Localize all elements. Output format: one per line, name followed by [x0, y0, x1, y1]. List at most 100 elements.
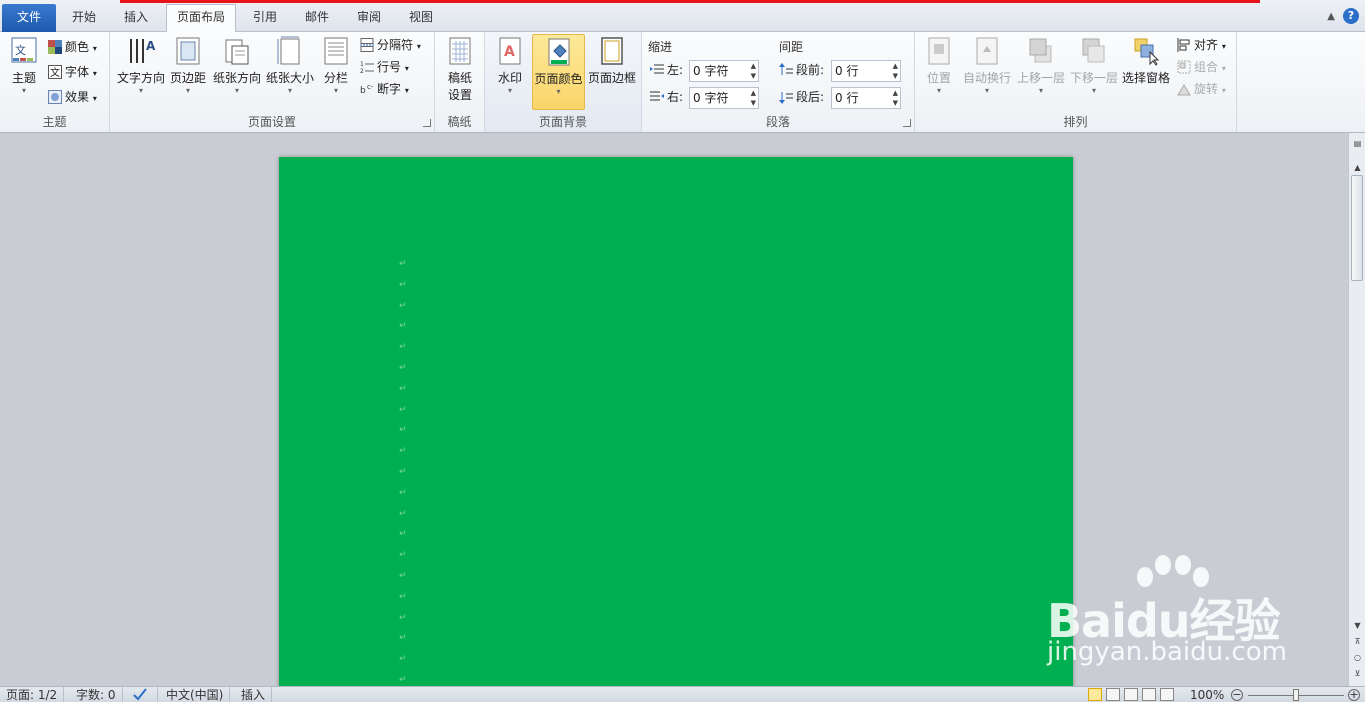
selection-pane-button[interactable]: 选择窗格: [1121, 36, 1171, 86]
hyphenation-label: 断字: [377, 82, 402, 96]
group-label-page-background: 页面背景: [538, 115, 587, 129]
group-label-page-setup: 页面设置: [247, 115, 296, 129]
position-button[interactable]: 位置 ▾: [921, 36, 957, 96]
indent-right-field[interactable]: 0 字符 ▲ ▼: [689, 87, 759, 109]
zoom-slider-thumb[interactable]: [1293, 689, 1299, 701]
align-button[interactable]: 对齐 ▾: [1177, 35, 1226, 55]
collapse-ribbon-icon[interactable]: ▲: [1327, 11, 1335, 22]
indent-title: 缩进: [648, 40, 673, 54]
tab-view[interactable]: 视图: [400, 5, 442, 32]
spacing-after-field[interactable]: 0 行 ▲ ▼: [831, 87, 901, 109]
manuscript-settings-button[interactable]: 稿纸 设置: [442, 36, 478, 103]
spacing-before-field[interactable]: 0 行 ▲ ▼: [831, 60, 901, 82]
next-page-icon[interactable]: ⊻: [1350, 667, 1365, 681]
browse-object-icon[interactable]: ○: [1350, 651, 1365, 665]
indent-left-field[interactable]: 0 字符 ▲ ▼: [689, 60, 759, 82]
hyphenation-button[interactable]: b c- 断字 ▾: [360, 79, 409, 99]
web-layout-icon[interactable]: [1124, 688, 1138, 701]
manuscript-settings-label-2: 设置: [447, 88, 472, 102]
watermark-button[interactable]: A 水印 ▾: [493, 36, 527, 96]
tab-insert[interactable]: 插入: [114, 5, 158, 32]
ruler-toggle-icon[interactable]: ▤: [1350, 137, 1365, 151]
chevron-down-icon: ▾: [556, 87, 561, 96]
orientation-button[interactable]: 纸张方向 ▾: [211, 36, 263, 96]
spacing-before-label: 段前:: [779, 59, 824, 81]
margins-button[interactable]: 页边距 ▾: [168, 36, 208, 96]
send-backward-button[interactable]: 下移一层 ▾: [1068, 36, 1120, 96]
page-borders-button[interactable]: 页面边框: [585, 36, 639, 86]
wrap-text-button[interactable]: 自动换行 ▾: [961, 36, 1013, 96]
print-layout-view-icon[interactable]: [1088, 688, 1102, 701]
dialog-launcher-icon[interactable]: [903, 119, 911, 127]
paragraph-mark: ↵: [399, 342, 407, 353]
zoom-in-icon[interactable]: +: [1348, 689, 1360, 701]
theme-fonts-label: 字体: [65, 65, 90, 79]
document-page[interactable]: ↵ ↵ ↵ ↵ ↵ ↵ ↵ ↵ ↵ ↵ ↵ ↵ ↵ ↵ ↵ ↵ ↵ ↵ ↵ ↵ ↵: [279, 157, 1073, 697]
columns-button[interactable]: 分栏 ▾: [320, 36, 352, 96]
tab-file[interactable]: 文件: [2, 4, 56, 32]
paragraph-mark: ↵: [399, 383, 407, 394]
scroll-up-icon[interactable]: ▲: [1350, 161, 1365, 175]
draft-view-icon[interactable]: [1160, 688, 1174, 701]
help-icon[interactable]: ?: [1343, 8, 1359, 24]
scroll-down-icon[interactable]: ▼: [1350, 619, 1365, 633]
rotate-button[interactable]: 旋转 ▾: [1177, 79, 1226, 99]
spinner-arrows-icon[interactable]: ▲ ▼: [893, 61, 898, 81]
tab-mailings[interactable]: 邮件: [296, 5, 338, 32]
watermark-icon: A: [496, 36, 524, 66]
vertical-scrollbar[interactable]: ▤ ▲ ▼ ⊼ ○ ⊻: [1348, 133, 1365, 686]
theme-colors-button[interactable]: 颜色 ▾: [48, 37, 97, 57]
group-objects-button[interactable]: 组合 ▾: [1177, 57, 1226, 77]
word-count[interactable]: 字数: 0: [70, 687, 123, 702]
theme-effects-button[interactable]: 效果 ▾: [48, 87, 97, 107]
tab-page-layout[interactable]: 页面布局: [166, 4, 236, 32]
selection-pane-icon: [1132, 36, 1160, 66]
ribbon: 文 主题 ▾ 颜色 ▾ 文字体 ▾ 效果 ▾ 主题 A 文字方向 ▾ 页边距 ▾…: [0, 32, 1365, 133]
page-size-icon: [276, 36, 304, 66]
bring-forward-button[interactable]: 上移一层 ▾: [1015, 36, 1067, 96]
hyphenation-icon: b c-: [360, 82, 374, 96]
svg-text:文: 文: [15, 43, 26, 57]
tab-home[interactable]: 开始: [62, 5, 106, 32]
send-backward-icon: [1080, 36, 1108, 66]
tab-references[interactable]: 引用: [244, 5, 286, 32]
svg-text:b: b: [360, 86, 366, 96]
spinner-arrows-icon[interactable]: ▲ ▼: [751, 88, 756, 108]
chevron-down-icon: ▾: [287, 86, 292, 95]
chevron-down-icon: ▾: [185, 86, 190, 95]
zoom-out-icon[interactable]: −: [1231, 689, 1243, 701]
spinner-arrows-icon[interactable]: ▲ ▼: [893, 88, 898, 108]
send-backward-label: 下移一层: [1069, 71, 1118, 85]
paragraph-mark: ↵: [399, 446, 407, 457]
text-direction-button[interactable]: A 文字方向 ▾: [116, 36, 166, 96]
outline-view-icon[interactable]: [1142, 688, 1156, 701]
spinner-arrows-icon[interactable]: ▲ ▼: [751, 61, 756, 81]
chevron-down-icon: ▾: [984, 86, 989, 95]
themes-button[interactable]: 文 主题 ▾: [6, 36, 42, 96]
full-screen-reading-icon[interactable]: [1106, 688, 1120, 701]
previous-page-icon[interactable]: ⊼: [1350, 635, 1365, 649]
line-numbers-button[interactable]: 1 2 行号 ▾: [360, 57, 409, 77]
proofing-icon[interactable]: [126, 687, 158, 702]
group-label-paragraph: 段落: [765, 115, 790, 129]
page-color-button[interactable]: 页面颜色 ▾: [532, 34, 585, 110]
watermark-url: jingyan.baidu.com: [1047, 637, 1287, 667]
tab-review[interactable]: 审阅: [348, 5, 390, 32]
zoom-level[interactable]: 100%: [1190, 687, 1224, 702]
group-themes: 文 主题 ▾ 颜色 ▾ 文字体 ▾ 效果 ▾ 主题: [0, 32, 110, 132]
scrollbar-thumb[interactable]: [1351, 175, 1363, 281]
dialog-launcher-icon[interactable]: [423, 119, 431, 127]
page-count[interactable]: 页面: 1/2: [0, 687, 65, 702]
orientation-label: 纸张方向: [212, 71, 261, 85]
position-icon: [925, 36, 953, 66]
theme-fonts-button[interactable]: 文字体 ▾: [48, 62, 97, 82]
insert-mode[interactable]: 插入: [235, 687, 273, 702]
title-accent-line: [120, 0, 1260, 3]
paragraph-mark: ↵: [399, 321, 407, 332]
size-button[interactable]: 纸张大小 ▾: [264, 36, 316, 96]
breaks-button[interactable]: 分隔符 ▾: [360, 35, 421, 55]
paragraph-mark: ↵: [399, 571, 407, 581]
rotate-icon: [1177, 82, 1191, 96]
font-icon: 文: [48, 65, 62, 79]
language-indicator[interactable]: 中文(中国): [160, 687, 231, 702]
